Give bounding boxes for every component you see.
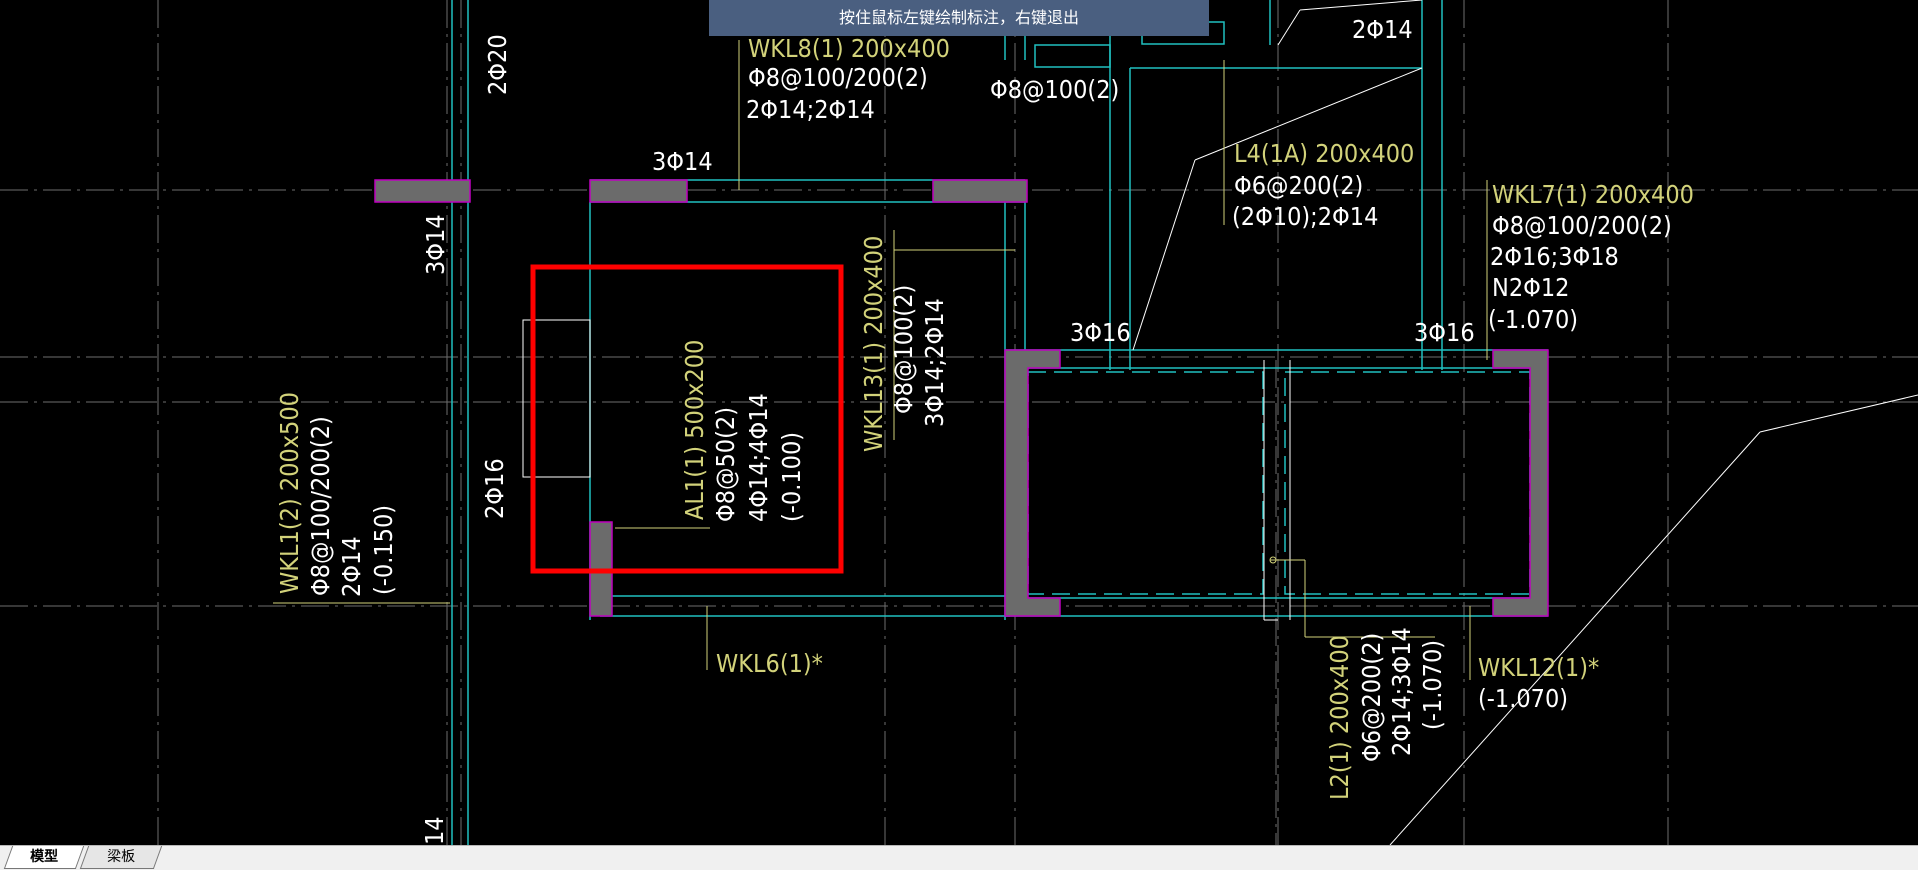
- annotation-l2[interactable]: L2(1) 200x400 Φ6@200(2) 2Φ14;3Φ14 (-1.07…: [1325, 627, 1447, 800]
- dashed-rooms: [1027, 371, 1531, 595]
- wkl1-name: WKL1(2) 200x500: [275, 392, 304, 594]
- tab-model-label: 模型: [30, 849, 59, 865]
- al1-stirrup: Φ8@50(2): [711, 407, 740, 522]
- top-phi8-label: Φ8@100(2): [990, 75, 1119, 104]
- annotation-l4[interactable]: L4(1A) 200x400 Φ6@200(2) (2Φ10);2Φ14: [1232, 139, 1414, 231]
- layout-tab-bar: 模型 梁板: [0, 845, 1918, 870]
- annotation-al1[interactable]: AL1(1) 500x200 Φ8@50(2) 4Φ14;4Φ14 (-0.10…: [680, 340, 806, 522]
- l2-elev: (-1.070): [1418, 640, 1447, 730]
- wkl13-name: WKL13(1) 200x400: [859, 236, 888, 452]
- l2-name: L2(1) 200x400: [1325, 635, 1354, 800]
- vert-3phi14: 3Φ14: [421, 214, 450, 275]
- wkl8-rebar: 2Φ14;2Φ14: [746, 95, 875, 124]
- vert-bottom-14: 14: [420, 816, 449, 845]
- columns: [374, 179, 1549, 617]
- cad-drawing-canvas[interactable]: WKL8(1) 200x400 Φ8@100/200(2) 2Φ14;2Φ14 …: [0, 0, 1918, 845]
- wkl12-elev: (-1.070): [1478, 684, 1568, 713]
- l4-rebar: (2Φ10);2Φ14: [1232, 202, 1378, 231]
- wkl7-elev: (-1.070): [1488, 305, 1578, 334]
- l2-rebar: 2Φ14;3Φ14: [1387, 627, 1416, 756]
- l2-stirrup: Φ6@200(2): [1357, 633, 1386, 762]
- col-3phi16-b: 3Φ16: [1414, 318, 1475, 347]
- vert-2phi20: 2Φ20: [483, 34, 512, 95]
- annotation-wkl7[interactable]: WKL7(1) 200x400 Φ8@100/200(2) 2Φ16;3Φ18 …: [1488, 180, 1694, 334]
- wkl6-label[interactable]: WKL6(1)*: [716, 649, 823, 678]
- wkl7-rebar: 2Φ16;3Φ18: [1490, 242, 1619, 271]
- top-right-2phi14: 2Φ14: [1352, 15, 1413, 44]
- l4-name: L4(1A) 200x400: [1234, 139, 1414, 168]
- tab-beam-slab[interactable]: 梁板: [79, 846, 163, 869]
- wkl8-stirrup: Φ8@100/200(2): [748, 63, 928, 92]
- al1-rebar: 4Φ14;4Φ14: [744, 393, 773, 522]
- wkl1-stirrup: Φ8@100/200(2): [306, 416, 335, 596]
- wkl7-extra: N2Φ12: [1492, 273, 1569, 302]
- al1-elev: (-0.100): [777, 432, 806, 522]
- annotation-wkl13[interactable]: WKL13(1) 200x400 Φ8@100(2) 3Φ14;2Φ14: [859, 236, 949, 452]
- wkl7-stirrup: Φ8@100/200(2): [1492, 211, 1672, 240]
- wkl8-name: WKL8(1) 200x400: [748, 34, 950, 63]
- wkl12-name: WKL12(1)*: [1478, 653, 1599, 682]
- wkl13-stirrup: Φ8@100(2): [889, 285, 918, 414]
- wkl8-top-phi: 3Φ14: [652, 147, 713, 176]
- vert-2phi16: 2Φ16: [480, 458, 509, 519]
- al1-name: AL1(1) 500x200: [680, 340, 709, 520]
- annotation-wkl1[interactable]: WKL1(2) 200x500 Φ8@100/200(2) 2Φ14 (-0.1…: [275, 392, 398, 597]
- annotation-wkl12[interactable]: WKL12(1)* (-1.070): [1478, 653, 1599, 713]
- wkl1-elev: (-0.150): [369, 505, 398, 595]
- tab-beam-slab-label: 梁板: [107, 849, 136, 865]
- tab-model[interactable]: 模型: [3, 846, 85, 869]
- col-3phi16-a: 3Φ16: [1070, 318, 1131, 347]
- annotation-wkl8[interactable]: WKL8(1) 200x400 Φ8@100/200(2) 2Φ14;2Φ14: [746, 34, 950, 124]
- status-banner: 按住鼠标左键绘制标注，右键退出: [709, 0, 1209, 36]
- l4-stirrup: Φ6@200(2): [1234, 171, 1363, 200]
- wkl1-rebar: 2Φ14: [337, 536, 366, 597]
- wkl7-name: WKL7(1) 200x400: [1492, 180, 1694, 209]
- wkl13-rebar: 3Φ14;2Φ14: [920, 298, 949, 427]
